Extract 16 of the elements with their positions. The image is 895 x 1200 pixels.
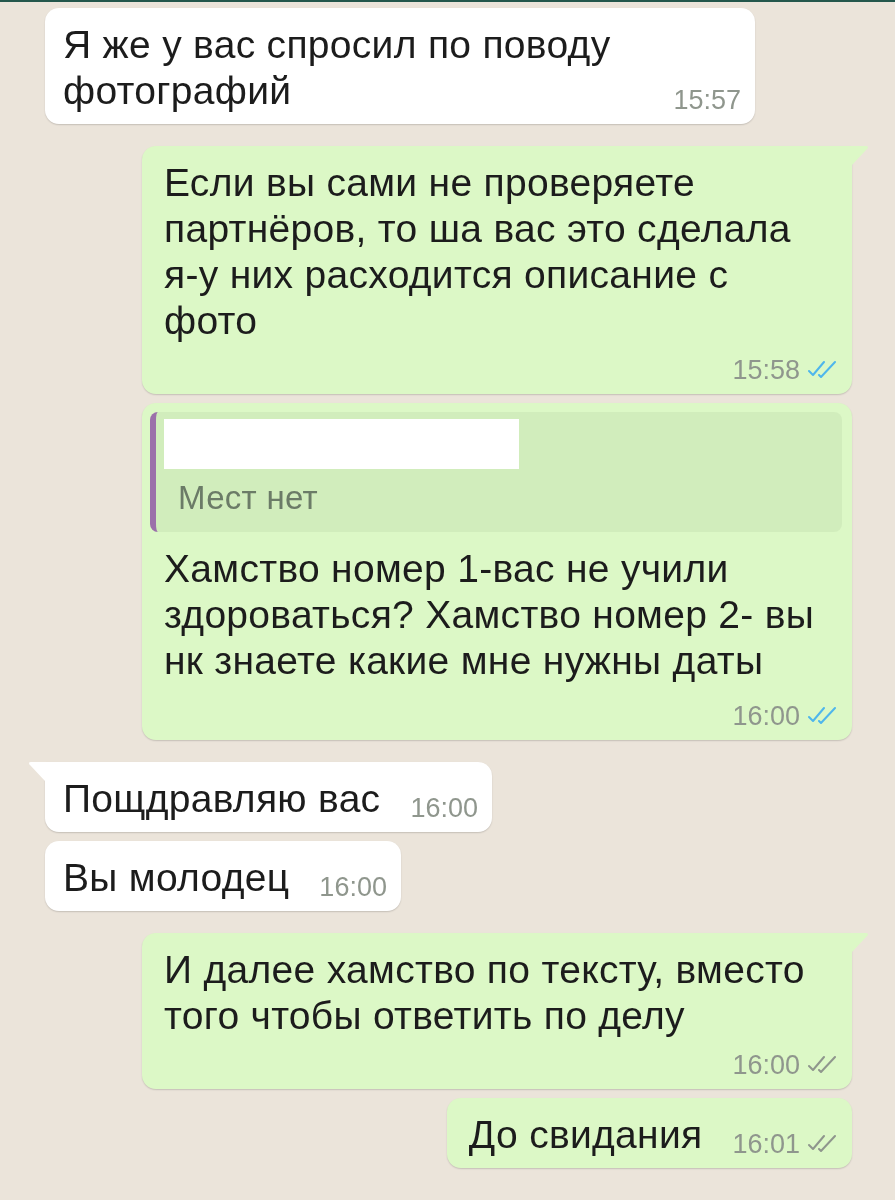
message-time: 16:00 xyxy=(410,794,478,822)
message-text: До свидания xyxy=(468,1113,703,1156)
message-time: 16:00 xyxy=(319,873,387,901)
message-text: И далее хамство по тексту, вместо того чтобы ответить по делу xyxy=(164,948,805,1037)
message-time: 16:00 xyxy=(732,1051,800,1079)
message-text: Вы молодец xyxy=(63,856,290,899)
message-text: Я же у вас спросил по поводу фотографий xyxy=(63,23,611,112)
message-time: 15:58 xyxy=(732,356,800,384)
message-text: Хамство номер 1-вас не учили здороваться? Хамство номер 2- вы нк знаете какие мне нужны даты xyxy=(164,547,815,682)
message-text: Пощдравляю вас xyxy=(63,777,381,820)
message-text: Если вы сами не проверяете партнёров, то ша вас это сделала я-у них расходится описание с фото xyxy=(164,161,791,342)
quoted-message[interactable]: Мест нет xyxy=(150,412,842,532)
message-time: 16:01 xyxy=(732,1130,800,1158)
message-time: 15:57 xyxy=(673,86,741,114)
quoted-text: Мест нет xyxy=(177,479,319,517)
message-time: 16:00 xyxy=(732,702,800,730)
